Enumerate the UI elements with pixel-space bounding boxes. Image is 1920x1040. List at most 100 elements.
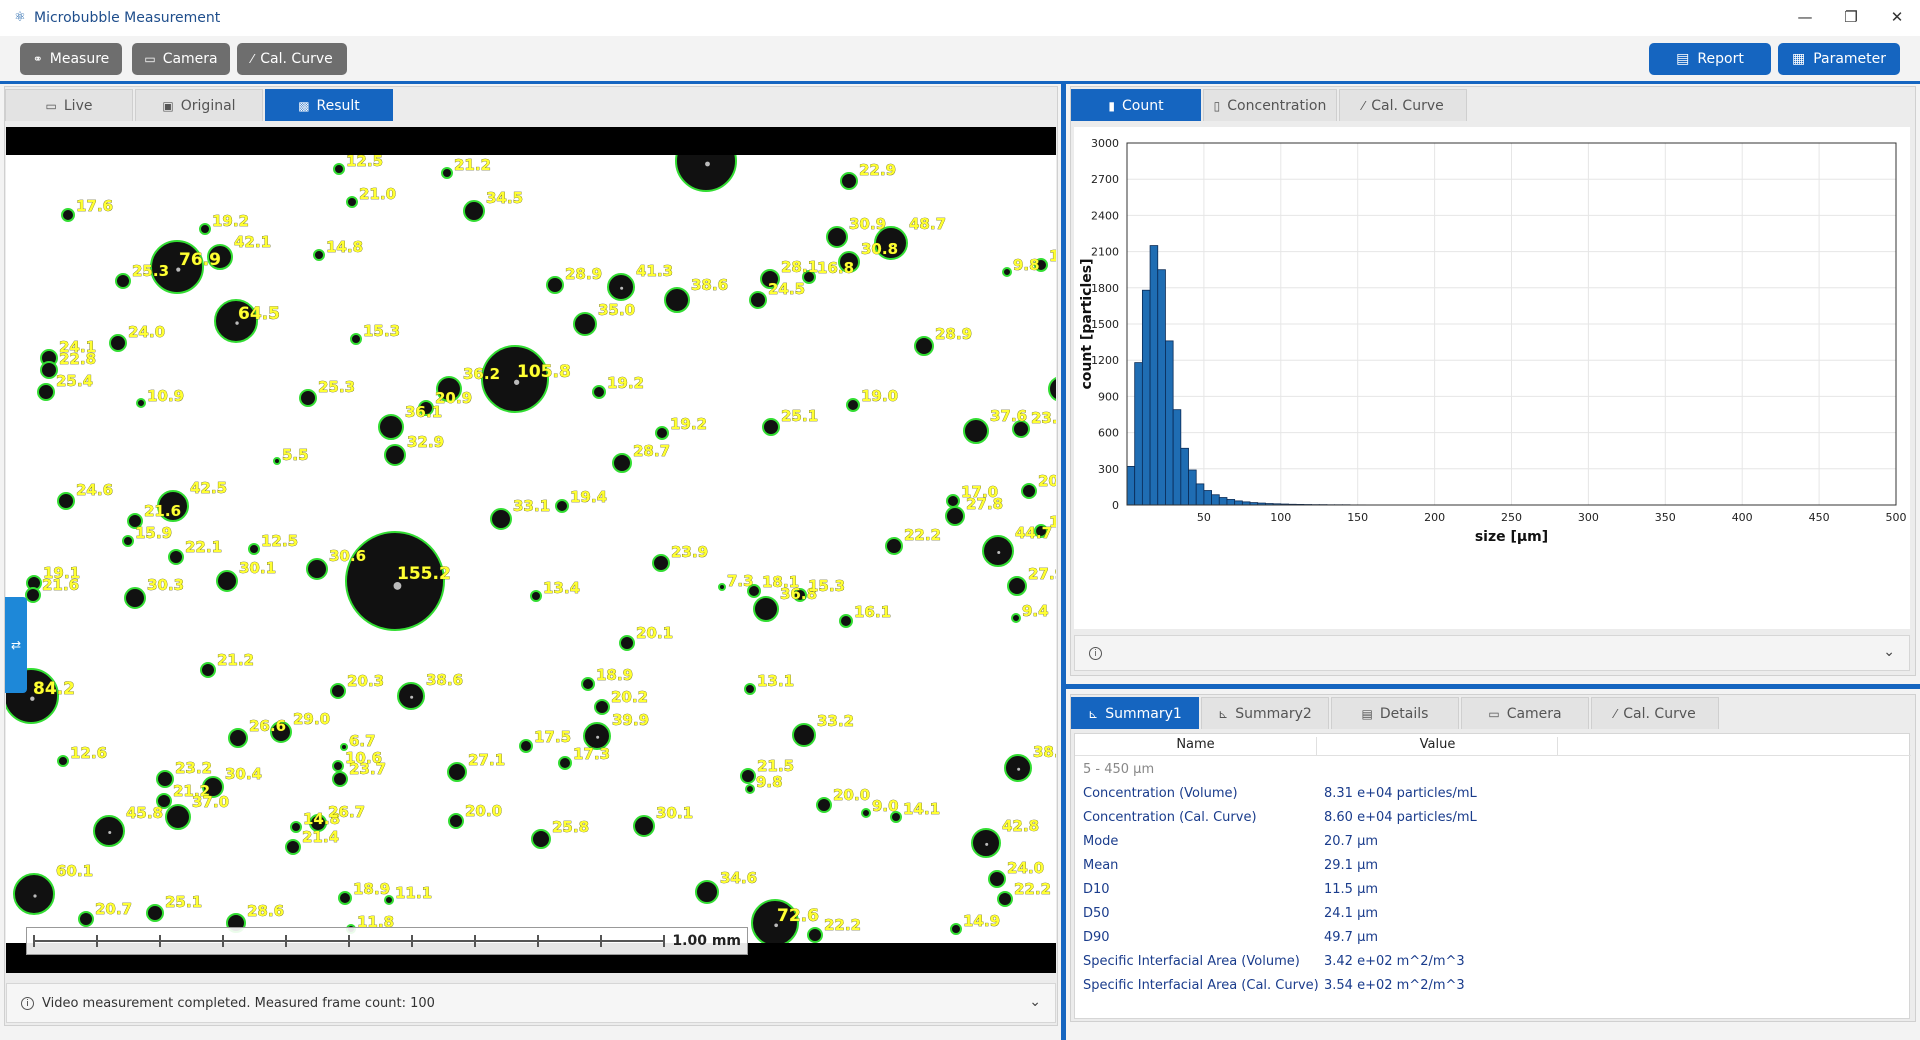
- bubble: [612, 453, 632, 473]
- scale-tick: [600, 935, 602, 947]
- bubble-circle: [299, 389, 317, 407]
- bubble-size-label: 155.2: [397, 564, 451, 584]
- count-histogram[interactable]: 0 300 600 900 1200 1500 1800 2100 2400 2700 3000 50…: [1074, 127, 1910, 629]
- bubble-size-label: 23.7: [349, 760, 386, 778]
- column-header-value[interactable]: Value: [1318, 737, 1558, 755]
- minimize-icon[interactable]: —: [1782, 0, 1828, 36]
- bubble-highlight: [108, 831, 112, 834]
- table-row[interactable]: Mean 29.1 μm: [1083, 858, 1903, 878]
- cal-curve-button[interactable]: ⁄ Cal. Curve: [237, 43, 347, 75]
- bubble: [1011, 613, 1021, 623]
- image-tabs: ▭ Live ▣ Original ▩ Result: [5, 89, 395, 121]
- tab-cal-curve[interactable]: ⁄ Cal. Curve: [1339, 89, 1467, 121]
- bubble: [749, 291, 767, 309]
- bubble-size-label: 30.3: [147, 576, 184, 594]
- tab-summary1[interactable]: ⊾ Summary1: [1071, 697, 1199, 729]
- tab-camera[interactable]: ▭ Camera: [1461, 697, 1589, 729]
- bubble-circle: [558, 756, 572, 770]
- bubble: [61, 208, 75, 222]
- tab-live[interactable]: ▭ Live: [5, 89, 133, 121]
- report-icon: ▤: [1676, 51, 1690, 67]
- x-tick-label: 450: [1809, 511, 1830, 524]
- bubble-circle: [652, 554, 670, 572]
- table-row[interactable]: Concentration (Volume) 8.31 e+04 particl…: [1083, 786, 1903, 806]
- bubble-size-label: 5.5: [282, 446, 309, 464]
- bubble-circle: [109, 334, 127, 352]
- bubble-size-label: 14.8: [326, 238, 363, 256]
- bubble-circle: [846, 398, 860, 412]
- info-icon: i: [21, 996, 34, 1010]
- table-row[interactable]: Concentration (Cal. Curve) 8.60 e+04 par…: [1083, 810, 1903, 830]
- table-row[interactable]: D90 49.7 μm: [1083, 930, 1903, 950]
- bubble-size-label: 9.8: [1013, 256, 1040, 274]
- bubble-size-label: 18.9: [596, 666, 633, 684]
- bubble-size-label: 26.6: [249, 717, 286, 735]
- bubble-circle: [531, 829, 551, 849]
- table-row[interactable]: Mode 20.7 μm: [1083, 834, 1903, 854]
- chevron-down-icon[interactable]: ⌄: [1883, 644, 1895, 660]
- bubble-circle: [718, 583, 726, 591]
- bubble: [25, 587, 41, 603]
- bubble-circle: [745, 784, 755, 794]
- y-tick-label: 600: [1098, 427, 1119, 440]
- vertical-splitter[interactable]: [1061, 84, 1066, 1040]
- column-header-name[interactable]: Name: [1075, 737, 1317, 755]
- bubble-circle: [156, 770, 174, 788]
- tab-count[interactable]: ▮ Count: [1071, 89, 1201, 121]
- chevron-down-icon[interactable]: ⌄: [1029, 994, 1041, 1010]
- table-row[interactable]: Specific Interfacial Area (Cal. Curve) 3…: [1083, 978, 1903, 998]
- scale-tick: [222, 935, 224, 947]
- bubble-size-label: 21.0: [359, 185, 396, 203]
- x-tick-label: 500: [1886, 511, 1907, 524]
- tab-details-label: Details: [1379, 705, 1429, 722]
- camera-button[interactable]: ▭ Camera: [132, 43, 230, 75]
- bubble-size-label: 15.3: [363, 322, 400, 340]
- bubble-size-label: 42.8: [1002, 817, 1039, 835]
- side-panel-toggle-icon[interactable]: ⇄: [5, 597, 27, 693]
- y-tick-label: 1200: [1091, 354, 1119, 367]
- bubble-highlight: [410, 695, 414, 699]
- result-image-viewer[interactable]: 12.5 21.2 22.9 17.6 21.0 34.5 19.2 76.9 42.1 25.3…: [6, 127, 1056, 973]
- bubble-circle: [199, 223, 211, 235]
- bubble: [313, 249, 325, 261]
- bubble: [338, 891, 352, 905]
- bubble-circle: [346, 196, 358, 208]
- measure-button[interactable]: ⚭ Measure: [20, 43, 122, 75]
- bubble-size-label: 28.9: [565, 265, 602, 283]
- tab-details[interactable]: ▤ Details: [1331, 697, 1459, 729]
- bubble-circle: [384, 444, 406, 466]
- bubble: [57, 755, 69, 767]
- table-row[interactable]: D10 11.5 μm: [1083, 882, 1903, 902]
- bubble-size-label: 23.2: [1031, 409, 1056, 427]
- bubble: [285, 839, 301, 855]
- bubble: [885, 537, 903, 555]
- tab-result[interactable]: ▩ Result: [265, 89, 393, 121]
- cal-curve-button-label: Cal. Curve: [260, 51, 333, 67]
- bubble: [826, 226, 848, 248]
- row-name: Concentration (Volume): [1083, 786, 1238, 801]
- bubble-highlight: [33, 894, 37, 898]
- histogram-bar: [1172, 409, 1182, 506]
- bubble: [136, 398, 146, 408]
- bubble: [273, 457, 281, 465]
- bubble-circle: [332, 760, 344, 772]
- bubble: [1004, 754, 1032, 782]
- table-row[interactable]: Specific Interfacial Area (Volume) 3.42 …: [1083, 954, 1903, 974]
- bubble: [946, 494, 960, 508]
- tab-cal-curve-summary[interactable]: ⁄ Cal. Curve: [1591, 697, 1719, 729]
- bubble-circle: [330, 683, 346, 699]
- report-button[interactable]: ▤ Report: [1649, 43, 1771, 75]
- bubble-circle: [228, 728, 248, 748]
- restore-icon[interactable]: ❐: [1828, 0, 1874, 36]
- bubble: [914, 336, 934, 356]
- table-row[interactable]: D50 24.1 μm: [1083, 906, 1903, 926]
- tab-concentration[interactable]: ▯ Concentration: [1203, 89, 1337, 121]
- bubble-size-label: 25.1: [781, 407, 818, 425]
- close-icon[interactable]: ✕: [1874, 0, 1920, 36]
- tab-summary2[interactable]: ⊾ Summary2: [1201, 697, 1329, 729]
- parameter-button[interactable]: ▦ Parameter: [1778, 43, 1900, 75]
- bubble-size-label: 20.0: [833, 786, 870, 804]
- horizontal-splitter[interactable]: [1066, 684, 1920, 689]
- tab-original[interactable]: ▣ Original: [135, 89, 263, 121]
- scale-tick: [474, 935, 476, 947]
